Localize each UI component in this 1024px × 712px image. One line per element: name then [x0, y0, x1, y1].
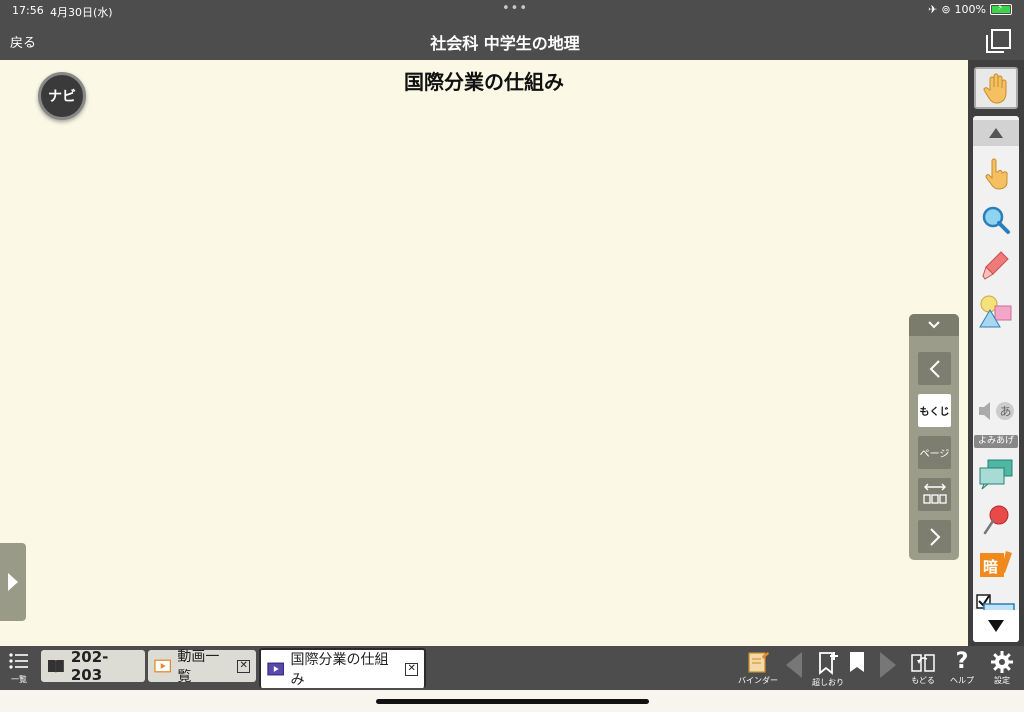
home-indicator-area — [0, 690, 1024, 712]
return-button[interactable]: もどる — [906, 650, 940, 690]
bookmark-add-label: 超しおり — [812, 678, 844, 687]
pin-icon[interactable] — [973, 498, 1019, 542]
magnifier-icon[interactable] — [973, 198, 1019, 242]
chevron-right-icon — [929, 527, 940, 546]
bottom-bar: 一覧 202-203 動画一覧 ✕ 国際分業の仕組み ✕ バインダー 超しおり … — [0, 646, 1024, 690]
battery-percent: 100% — [954, 3, 986, 16]
bookmark-add-icon — [819, 652, 838, 675]
page-heading: 国際分業の仕組み — [404, 70, 564, 94]
status-right: ✈ ⊚ 100% ⚡ — [928, 3, 1012, 16]
chevron-left-icon — [929, 359, 940, 378]
svg-text:あ: あ — [1000, 405, 1012, 419]
history-back-arrow-icon[interactable] — [782, 650, 806, 690]
next-page-button[interactable] — [918, 520, 951, 553]
prev-page-button[interactable] — [918, 352, 951, 385]
tab-page-202-203[interactable]: 202-203 — [41, 648, 145, 684]
pointer-hand-icon[interactable] — [973, 152, 1019, 196]
history-forward-arrow-icon[interactable] — [876, 650, 900, 690]
video-icon — [267, 662, 285, 676]
help-label: ヘルプ — [950, 676, 974, 685]
shapes-icon[interactable] — [973, 290, 1019, 334]
orientation-lock-icon: ⊚ — [941, 3, 951, 16]
list-button[interactable]: 一覧 — [4, 652, 34, 688]
video-icon — [154, 659, 172, 673]
binder-icon — [748, 652, 769, 673]
window-toggle-icon[interactable] — [984, 28, 1012, 54]
marker-pen-icon[interactable] — [973, 244, 1019, 288]
airplane-icon: ✈ — [928, 3, 938, 16]
multitask-dots-icon[interactable]: ••• — [502, 1, 528, 16]
tab-label: 動画一覧 — [177, 649, 220, 685]
tool-palette: あ よみあげ 暗 — [968, 60, 1024, 646]
tool-list: あ よみあげ 暗 — [973, 116, 1019, 642]
settings-button[interactable]: 設定 — [986, 650, 1018, 690]
list-label: 一覧 — [11, 675, 27, 684]
close-tab-icon[interactable]: ✕ — [405, 662, 418, 676]
book-icon — [47, 660, 64, 673]
chevron-right-icon — [8, 573, 18, 591]
tab-label: 国際分業の仕組み — [290, 652, 389, 688]
status-time: 17:56 — [12, 4, 44, 17]
status-bar: 17:56 4月30日(水) ••• ✈ ⊚ 100% ⚡ — [0, 0, 1024, 22]
yomiage-label: よみあげ — [974, 435, 1018, 448]
bookmark-add-button[interactable]: 超しおり — [812, 650, 844, 690]
navi-button[interactable]: ナビ — [38, 72, 86, 120]
return-label: もどる — [911, 676, 935, 685]
bookmark-icon[interactable] — [846, 650, 868, 690]
binder-label: バインダー — [738, 676, 778, 685]
page-nav-panel: もくじ ページ — [909, 314, 959, 560]
mokuji-button[interactable]: もくじ — [918, 394, 951, 427]
close-tab-icon[interactable]: ✕ — [237, 659, 250, 673]
binder-button[interactable]: バインダー — [738, 650, 778, 690]
speaker-yomiage-icon[interactable]: あ — [973, 396, 1019, 426]
scroll-down-icon[interactable] — [973, 610, 1019, 642]
return-book-icon — [911, 654, 935, 672]
hand-pan-icon[interactable] — [974, 67, 1018, 109]
gear-icon — [991, 651, 1013, 673]
title-bar: 戻る 社会科 中学生の地理 — [0, 22, 1024, 60]
scroll-up-icon[interactable] — [973, 120, 1019, 146]
home-indicator[interactable] — [376, 699, 649, 704]
app-title: 社会科 中学生の地理 — [430, 34, 580, 53]
tab-kokusai-bungyo[interactable]: 国際分業の仕組み ✕ — [259, 648, 426, 688]
fit-width-icon[interactable] — [918, 478, 951, 511]
list-icon — [9, 653, 28, 669]
svg-text:暗: 暗 — [983, 558, 998, 576]
tab-label: 202-203 — [70, 648, 109, 684]
content-canvas[interactable]: 国際分業の仕組み ナビ — [0, 60, 968, 646]
help-question-icon: ? — [955, 649, 969, 674]
status-date: 4月30日(水) — [50, 6, 113, 19]
battery-icon: ⚡ — [990, 3, 1012, 15]
memorize-card-icon[interactable]: 暗 — [973, 544, 1019, 588]
help-button[interactable]: ? ヘルプ — [946, 650, 978, 690]
settings-label: 設定 — [994, 676, 1010, 685]
page-button[interactable]: ページ — [918, 436, 951, 469]
collapse-chevron-icon[interactable] — [909, 314, 959, 336]
tab-video-list[interactable]: 動画一覧 ✕ — [148, 649, 256, 685]
side-panel-handle[interactable] — [0, 543, 26, 621]
speech-bubble-icon[interactable] — [973, 452, 1019, 496]
